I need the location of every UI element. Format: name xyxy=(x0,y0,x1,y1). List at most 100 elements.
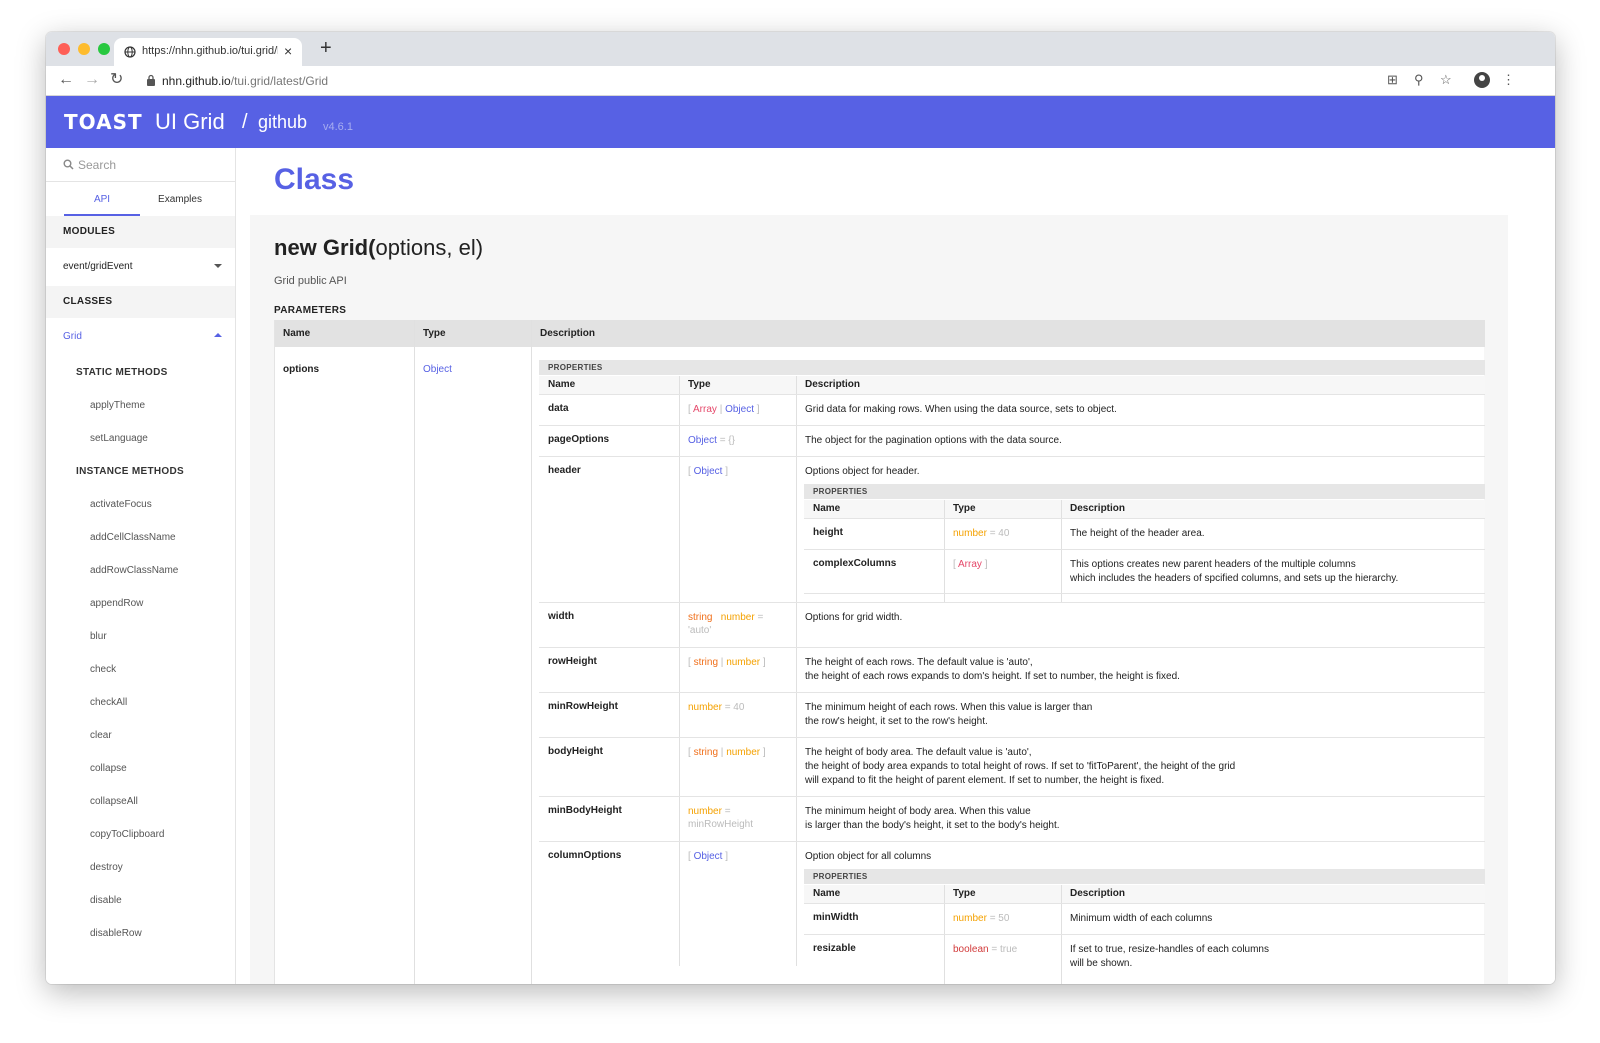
type-number-link[interactable]: number xyxy=(726,657,760,668)
default-value: minRowHeight xyxy=(688,819,754,830)
type-string-link[interactable]: string xyxy=(688,612,712,623)
properties-header: Name Type Description xyxy=(804,885,1485,903)
sidebar-method-setlanguage[interactable]: setLanguage xyxy=(90,433,148,444)
translate-icon[interactable]: ⊞ xyxy=(1387,72,1398,88)
url-path: /tui.grid/latest/Grid xyxy=(230,74,329,88)
tab-close-icon[interactable]: × xyxy=(284,43,292,59)
sidebar-method-disablerow[interactable]: disableRow xyxy=(90,928,142,939)
prop-header-name: Name xyxy=(813,888,841,899)
type-boolean-link[interactable]: boolean xyxy=(953,944,989,955)
browser-menu-icon[interactable]: ⋮ xyxy=(1502,72,1515,88)
properties-label-text: PROPERTIES xyxy=(548,363,603,372)
type-object-link[interactable]: Object xyxy=(694,466,723,477)
sidebar-method-addcellclassname[interactable]: addCellClassName xyxy=(90,532,176,543)
bookmark-star-icon[interactable]: ☆ xyxy=(1440,72,1452,88)
sidebar-method-disable[interactable]: disable xyxy=(90,895,122,906)
sidebar-method-appendrow[interactable]: appendRow xyxy=(90,598,143,609)
search-input[interactable] xyxy=(78,156,228,174)
type-object-link[interactable]: Object xyxy=(694,851,723,862)
sidebar-method-applytheme[interactable]: applyTheme xyxy=(90,400,145,411)
address-bar[interactable]: nhn.github.io/tui.grid/latest/Grid xyxy=(138,69,1448,93)
sidebar-method-copytoclipboard[interactable]: copyToClipboard xyxy=(90,829,165,840)
properties-label: PROPERTIES xyxy=(804,869,1485,884)
sidebar-method-destroy[interactable]: destroy xyxy=(90,862,123,873)
close-window-button[interactable] xyxy=(58,43,70,55)
classes-label: CLASSES xyxy=(63,296,113,307)
default-value: = xyxy=(757,612,764,623)
product-name[interactable]: UI Grid xyxy=(155,109,225,135)
sidebar-item-event-gridevent[interactable]: event/gridEvent xyxy=(46,251,235,283)
properties-header: Name Type Description xyxy=(804,500,1485,518)
sidebar-method-checkall[interactable]: checkAll xyxy=(90,697,127,708)
bracket: ] xyxy=(762,747,766,758)
prop-name: pageOptions xyxy=(548,434,610,445)
type-number-link[interactable]: number xyxy=(688,806,722,817)
new-tab-button[interactable]: + xyxy=(320,37,332,59)
tab-api[interactable]: API xyxy=(64,194,140,205)
type-array-link[interactable]: Array xyxy=(693,404,717,415)
tab-examples[interactable]: Examples xyxy=(142,194,218,205)
sidebar-method-blur[interactable]: blur xyxy=(90,631,107,642)
chevron-down-icon xyxy=(214,264,222,268)
table-row: bodyHeight [ string | number ] The heigh… xyxy=(539,737,1485,796)
prop-header-type: Type xyxy=(953,503,976,514)
prop-type: number = minRowHeight xyxy=(688,805,788,831)
type-object-link[interactable]: Object xyxy=(725,404,754,415)
table-row: minWidth number = 50 Minimum width of ea… xyxy=(804,903,1485,934)
back-icon[interactable]: ← xyxy=(58,71,74,89)
browser-tab[interactable]: https://nhn.github.io/tui.grid/latest/Gr… xyxy=(114,38,302,66)
column-header-description: Description xyxy=(540,328,596,339)
type-number-link[interactable]: number xyxy=(726,747,760,758)
version-label: v4.6.1 xyxy=(323,121,353,133)
profile-avatar-icon[interactable] xyxy=(1474,72,1490,88)
prop-type: number = 40 xyxy=(688,701,788,714)
type-number-link[interactable]: number xyxy=(721,612,755,623)
forward-icon[interactable]: → xyxy=(84,71,100,89)
signature-name: new Grid( xyxy=(274,235,376,260)
default-value: = 40 xyxy=(989,528,1010,539)
properties-label-text: PROPERTIES xyxy=(813,872,868,881)
prop-name: header xyxy=(548,465,581,476)
column-divider xyxy=(414,320,415,984)
type-string-link[interactable]: string xyxy=(694,657,718,668)
type-object-link[interactable]: Object xyxy=(688,435,717,446)
prop-type: string number = 'auto' xyxy=(688,611,788,637)
modules-label: MODULES xyxy=(63,226,116,237)
param-type-link[interactable]: Object xyxy=(423,364,452,375)
prop-header-description: Description xyxy=(805,379,861,390)
prop-type: [ Object ] xyxy=(688,850,788,863)
maximize-window-button[interactable] xyxy=(98,43,110,55)
description-line: The minimum height of each rows. When th… xyxy=(805,702,1093,713)
type-array-link[interactable]: Array xyxy=(958,559,982,570)
site-header: TOAST UI Grid / github v4.6.1 xyxy=(46,96,1555,148)
sidebar: API Examples MODULES event/gridEvent CLA… xyxy=(46,148,236,984)
type-number-link[interactable]: number xyxy=(688,702,722,713)
sidebar-method-addrowclassname[interactable]: addRowClassName xyxy=(90,565,178,576)
sidebar-method-collapseall[interactable]: collapseAll xyxy=(90,796,138,807)
sidebar-method-clear[interactable]: clear xyxy=(90,730,112,741)
sidebar-method-activatefocus[interactable]: activateFocus xyxy=(90,499,152,510)
sidebar-method-collapse[interactable]: collapse xyxy=(90,763,127,774)
reload-icon[interactable]: ↻ xyxy=(110,71,123,89)
prop-description: Options for grid width. xyxy=(805,612,903,623)
prop-header-name: Name xyxy=(813,503,841,514)
table-row: height number = 40 The height of the hea… xyxy=(804,518,1485,549)
prop-type: number = 50 xyxy=(953,912,1053,925)
prop-name: rowHeight xyxy=(548,656,597,667)
prop-name: minWidth xyxy=(813,912,859,923)
type-number-link[interactable]: number xyxy=(953,913,987,924)
type-separator: | xyxy=(719,404,723,415)
github-link[interactable]: github xyxy=(258,112,307,133)
zoom-icon[interactable]: ⚲ xyxy=(1414,72,1424,88)
type-string-link[interactable]: string xyxy=(694,747,718,758)
column-header-name: Name xyxy=(283,328,311,339)
properties-label-text: PROPERTIES xyxy=(813,487,868,496)
type-number-link[interactable]: number xyxy=(953,528,987,539)
description-line: will expand to fit the height of parent … xyxy=(805,775,1165,786)
toast-logo[interactable]: TOAST xyxy=(64,110,143,134)
default-value: = xyxy=(724,806,731,817)
sidebar-item-grid[interactable]: Grid xyxy=(46,321,235,353)
sidebar-method-check[interactable]: check xyxy=(90,664,116,675)
table-row: minBodyHeight number = minRowHeight The m… xyxy=(539,796,1485,841)
minimize-window-button[interactable] xyxy=(78,43,90,55)
